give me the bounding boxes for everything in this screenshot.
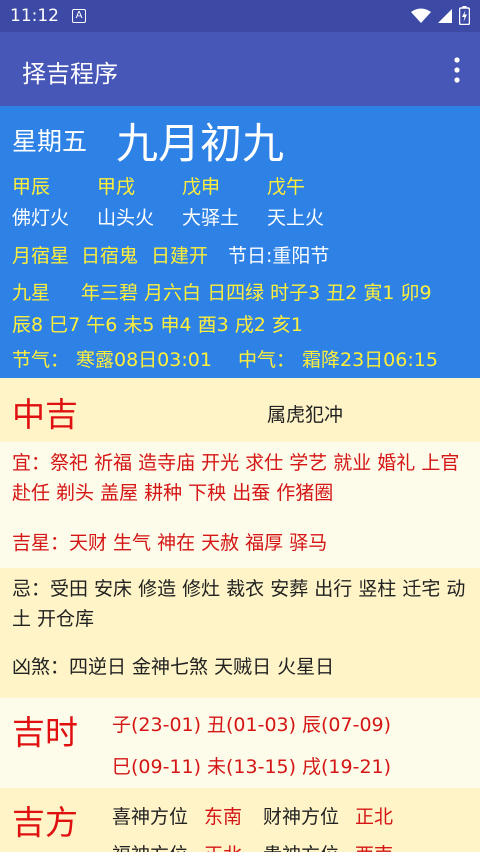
status-time: 11:12: [10, 6, 59, 26]
yi-section: 宜：祭祀 祈福 造寺庙 开光 求仕 学艺 就业 婚礼 上官 赴任 剃头 盖屋 耕…: [0, 442, 480, 568]
date-info-panel: 星期五 九月初九 甲辰 甲戌 戊申 戊午 佛灯火 山头火 大驿土 天上火 月宿星…: [0, 106, 480, 378]
jishi-label: 吉时: [12, 713, 78, 752]
app-bar: 择吉程序: [0, 32, 480, 106]
ninestar-line1: 年三碧 月六白 日四绿 时子3 丑2 寅1 卯9: [81, 282, 432, 304]
jixing-label: 吉星：: [12, 532, 70, 554]
more-options-icon[interactable]: [452, 56, 462, 84]
battery-icon: [459, 6, 470, 25]
jieqi-value: 寒露08日03:01: [76, 349, 212, 371]
jixing-text: 吉星：天财 生气 神在 天赦 福厚 驿马: [12, 528, 474, 558]
jishi-hour: 巳(09-11): [112, 756, 202, 778]
system-icons: [411, 6, 470, 25]
lunar-date: 九月初九: [116, 119, 285, 168]
guishen-label: 贵神方位: [263, 840, 339, 852]
ganzhi-day: 戊申: [182, 176, 221, 198]
jifang-section: 吉方 喜神方位 东南 财神方位 正北 福神方位 正北 贵神方位 西南: [0, 788, 480, 852]
jifang-label: 吉方: [12, 803, 78, 842]
fushen-label: 福神方位: [112, 840, 188, 852]
nayin-day: 大驿土: [182, 207, 240, 229]
ninestar-label: 九星: [12, 282, 51, 304]
jishi-hour: 子(23-01): [112, 714, 202, 736]
fushen-direction: 正北: [204, 840, 242, 852]
ji-text: 忌：受田 安床 修造 修灶 裁衣 安葬 出行 竖柱 迁宅 动土 开仓库: [12, 574, 474, 634]
jishi-hour: 丑(01-03): [207, 714, 297, 736]
guishen-direction: 西南: [355, 840, 393, 852]
ganzhi-year: 甲辰: [12, 176, 51, 198]
zodiac-clash: 属虎犯冲: [267, 404, 344, 426]
day-jianchu: 日建开: [151, 245, 209, 267]
yi-items: 祭祀 祈福 造寺庙 开光 求仕 学艺 就业 婚礼 上官 赴任 剃头 盖屋 耕种 …: [12, 452, 460, 504]
weekday: 星期五: [12, 127, 88, 156]
xiongsha-label: 凶煞：: [12, 656, 70, 678]
ji-label: 忌：: [12, 578, 51, 600]
caishen-label: 财神方位: [263, 806, 340, 828]
ganzhi-month: 甲戌: [97, 176, 136, 198]
xiongsha-text: 凶煞：四逆日 金神七煞 天贼日 火星日: [12, 652, 474, 682]
day-lodge: 日宿鬼: [81, 245, 139, 267]
ji-items: 受田 安床 修造 修灶 裁衣 安葬 出行 竖柱 迁宅 动土 开仓库: [12, 578, 466, 630]
app-title: 择吉程序: [22, 60, 118, 88]
ganzhi-hour: 戊午: [267, 176, 306, 198]
nayin-month: 山头火: [97, 207, 155, 229]
notification-icon: A: [72, 9, 86, 23]
yi-label: 宜：: [12, 452, 51, 474]
status-bar: 11:12 A: [0, 0, 480, 32]
zhongqi-label: 中气：: [238, 349, 296, 371]
festival: 节日:重阳节: [228, 245, 330, 267]
ninestar-line2: 辰8 巳7 午6 未5 申4 酉3 戌2 亥1: [12, 314, 303, 336]
signal-icon: [438, 8, 452, 23]
xiongsha-items: 四逆日 金神七煞 天贼日 火星日: [69, 656, 335, 678]
xishen-label: 喜神方位: [112, 806, 189, 828]
jishi-section: 吉时 子(23-01) 丑(01-03) 辰(07-09) 巳(09-11) 未…: [0, 698, 480, 788]
caishen-direction: 正北: [355, 806, 394, 828]
month-lodge: 月宿星: [12, 245, 70, 267]
jishi-hour: 辰(07-09): [302, 714, 392, 736]
jieqi-label: 节气：: [12, 349, 70, 371]
nayin-year: 佛灯火: [12, 207, 70, 229]
ji-section: 忌：受田 安床 修造 修灶 裁衣 安葬 出行 竖柱 迁宅 动土 开仓库 凶煞：四…: [0, 568, 480, 698]
xishen-direction: 东南: [204, 806, 243, 828]
nayin-hour: 天上火: [267, 207, 325, 229]
rating-row: 中吉 属虎犯冲: [0, 378, 480, 442]
jixing-items: 天财 生气 神在 天赦 福厚 驿马: [69, 532, 328, 554]
jishi-hour: 戌(19-21): [302, 756, 392, 778]
luck-level: 中吉: [12, 395, 78, 434]
wifi-icon: [411, 8, 431, 23]
jishi-hour: 未(13-15): [207, 756, 297, 778]
zhongqi-value: 霜降23日06:15: [302, 349, 438, 371]
yi-text: 宜：祭祀 祈福 造寺庙 开光 求仕 学艺 就业 婚礼 上官 赴任 剃头 盖屋 耕…: [12, 448, 474, 508]
